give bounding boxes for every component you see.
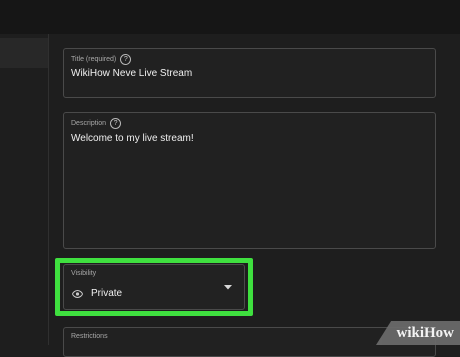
- watermark-suffix: How: [424, 324, 454, 341]
- top-bar: [0, 0, 460, 34]
- question-circle-icon[interactable]: ?: [120, 54, 132, 65]
- watermark-prefix: wiki: [396, 324, 424, 341]
- description-label: Description: [71, 120, 107, 127]
- title-field[interactable]: Title (required) ? WikiHow Neve Live Str…: [63, 48, 436, 98]
- visibility-value: Private: [91, 288, 123, 299]
- visibility-select[interactable]: Visibility Private: [63, 264, 245, 310]
- description-field[interactable]: Description ? Welcome to my live stream!: [63, 112, 436, 249]
- sidebar-item[interactable]: [0, 38, 48, 68]
- caret-down-icon[interactable]: [224, 285, 232, 290]
- sidebar-divider: [48, 34, 49, 345]
- wikihow-watermark: wiki How: [376, 321, 460, 345]
- title-input[interactable]: WikiHow Neve Live Stream: [71, 68, 192, 79]
- visibility-label: Visibility: [71, 270, 97, 277]
- question-circle-icon[interactable]: ?: [110, 118, 122, 129]
- eye-icon: [72, 289, 83, 298]
- description-input[interactable]: Welcome to my live stream!: [71, 133, 194, 144]
- title-label: Title (required): [71, 56, 117, 63]
- restrictions-label: Restrictions: [71, 333, 108, 340]
